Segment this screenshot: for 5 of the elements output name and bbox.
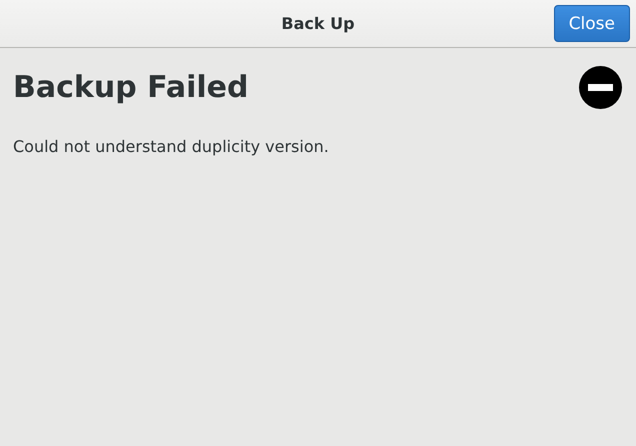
error-icon (579, 66, 622, 109)
window-title: Back Up (281, 14, 355, 33)
close-button[interactable]: Close (554, 5, 630, 42)
error-message: Could not understand duplicity version. (13, 137, 330, 156)
heading: Backup Failed (13, 70, 248, 105)
